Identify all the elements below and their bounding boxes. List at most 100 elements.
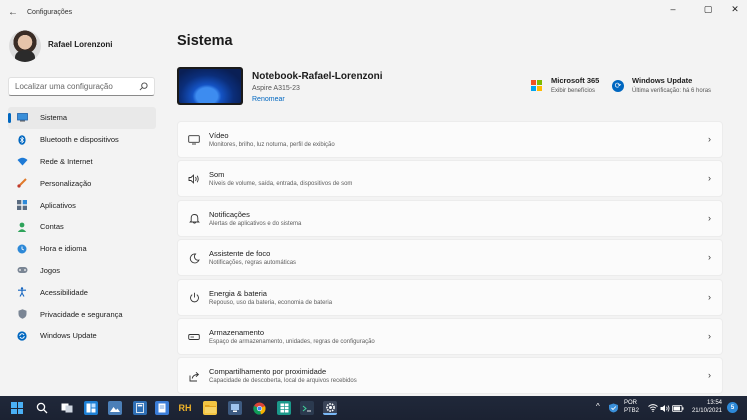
language-code: POR [624,400,638,406]
person-icon [16,222,28,232]
sidebar-item-label: Aplicativos [40,200,76,210]
rh-app-icon[interactable]: RH [178,401,192,415]
maximize-button[interactable]: ▢ [699,4,717,15]
setting-card-notificacoes[interactable]: Notificações Alertas de aplicativos e do… [177,199,723,237]
chrome-icon[interactable] [252,401,266,415]
power-icon [188,292,200,304]
user-name: Rafael Lorenzoni [48,40,113,49]
calculator-icon[interactable] [133,401,147,415]
windows-update-subtitle: Última verificação: há 6 horas [632,88,712,94]
shield-icon [16,309,28,319]
sidebar-item-rede[interactable]: Rede & Internet [8,151,156,173]
clock-date: 21/10/2021 [691,408,722,414]
windows-update-title: Windows Update [632,76,693,85]
search-box[interactable] [8,77,155,96]
page-title: Sistema [177,33,233,49]
minimize-button[interactable]: – [664,4,682,14]
setting-card-armazenamento[interactable]: Armazenamento Espaço de armazenamento, u… [177,317,723,355]
card-title: Assistente de foco [209,249,271,259]
chevron-right-icon: › [708,370,711,381]
battery-tray-icon[interactable] [671,401,685,415]
sidebar-item-label: Rede & Internet [40,156,93,166]
clock[interactable]: 13:54 21/10/2021 [688,399,722,415]
rename-link[interactable]: Renomear [252,96,285,103]
microsoft-365-subtitle: Exibir benefícios [551,88,596,94]
photos-icon[interactable] [108,401,122,415]
keyboard-layout: PTB2 [624,408,640,414]
volume-tray-icon[interactable] [658,401,672,415]
avatar [9,30,41,62]
tray-overflow-chevron-icon[interactable]: ^ [596,402,600,411]
sidebar-item-personalizacao[interactable]: Personalização [8,172,156,194]
clock-time: 13:54 [706,400,722,406]
sidebar-item-label: Contas [40,222,64,232]
card-title: Notificações [209,209,250,219]
windows-logo-icon [11,402,23,414]
setting-card-video[interactable]: Vídeo Monitores, brilho, luz noturna, pe… [177,121,723,158]
terminal-icon[interactable] [300,401,314,415]
setting-card-som[interactable]: Som Níveis de volume, saída, entrada, di… [177,160,723,198]
file-explorer-icon[interactable] [203,401,217,415]
sidebar-item-contas[interactable]: Contas [8,216,156,238]
monitor-icon [16,113,28,123]
setting-card-assistente-foco[interactable]: Assistente de foco Notificações, regras … [177,239,723,277]
card-subtitle: Níveis de volume, saída, entrada, dispos… [209,181,353,188]
sidebar-item-sistema[interactable]: Sistema [8,107,156,129]
update-icon [16,331,28,341]
sidebar-item-bluetooth[interactable]: Bluetooth e dispositivos [8,129,156,151]
chevron-right-icon: › [708,212,711,223]
apps-icon [16,200,28,211]
sidebar-item-aplicativos[interactable]: Aplicativos [8,194,156,216]
title-bar: ← Configurações – ▢ ✕ [0,0,747,26]
sidebar-item-label: Jogos [40,265,61,275]
notepad-icon[interactable] [155,401,169,415]
search-icon[interactable] [139,82,148,91]
settings-taskbar-icon[interactable] [323,401,337,415]
card-subtitle: Notificações, regras automáticas [209,260,297,267]
language-indicator[interactable]: POR PTB2 [624,399,639,415]
device-name: Notebook-Rafael-Lorenzoni [252,71,383,82]
sidebar-item-label: Personalização [40,178,92,188]
device-manager-icon[interactable] [228,401,242,415]
notification-badge[interactable]: 5 [727,402,738,413]
close-button[interactable]: ✕ [726,4,744,15]
sidebar-item-acessibilidade[interactable]: Acessibilidade [8,281,156,303]
update-icon: ⟳ [612,80,624,92]
setting-card-energia[interactable]: Energia & bateria Repouso, uso da bateri… [177,278,723,316]
bell-icon [188,213,200,225]
search-taskbar-icon[interactable] [35,401,49,415]
task-view-icon[interactable] [60,401,74,415]
card-subtitle: Espaço de armazenamento, unidades, regra… [209,338,375,345]
globe-clock-icon [16,244,28,254]
widgets-icon[interactable] [84,401,98,415]
settings-list: Vídeo Monitores, brilho, luz noturna, pe… [177,121,723,397]
card-title: Som [209,170,225,180]
back-button[interactable]: ← [8,7,18,18]
card-subtitle: Repouso, uso da bateria, economia de bat… [209,299,333,306]
chevron-right-icon: › [708,134,711,144]
microsoft-365-title: Microsoft 365 [551,76,600,85]
sidebar-item-privacidade[interactable]: Privacidade e segurança [8,303,156,325]
sidebar-item-hora-idioma[interactable]: Hora e idioma [8,238,156,260]
search-input[interactable] [15,82,135,91]
moon-icon [188,252,200,264]
sidebar-item-label: Bluetooth e dispositivos [40,135,119,145]
brush-icon [16,178,28,188]
sidebar-item-windows-update[interactable]: Windows Update [8,325,156,347]
taskbar: RH ^ POR PTB2 13:54 21/10/2021 5 [0,396,747,420]
setting-card-compartilhamento[interactable]: Compartilhamento por proximidade Capacid… [177,357,723,395]
speaker-icon [188,173,200,185]
gamepad-icon [16,265,28,275]
card-subtitle: Monitores, brilho, luz noturna, perfil d… [209,142,335,148]
spreadsheet-icon[interactable] [277,401,291,415]
card-title: Energia & bateria [209,288,267,298]
security-tray-icon[interactable] [606,401,620,415]
share-icon [188,370,200,382]
card-subtitle: Capacidade de descoberta, local de arqui… [209,378,357,385]
windows-wallpaper-icon [179,69,241,103]
sidebar-item-jogos[interactable]: Jogos [8,260,156,282]
start-button[interactable] [10,401,24,415]
wifi-icon [16,156,28,166]
chevron-right-icon: › [708,291,711,302]
device-thumbnail [177,67,243,105]
